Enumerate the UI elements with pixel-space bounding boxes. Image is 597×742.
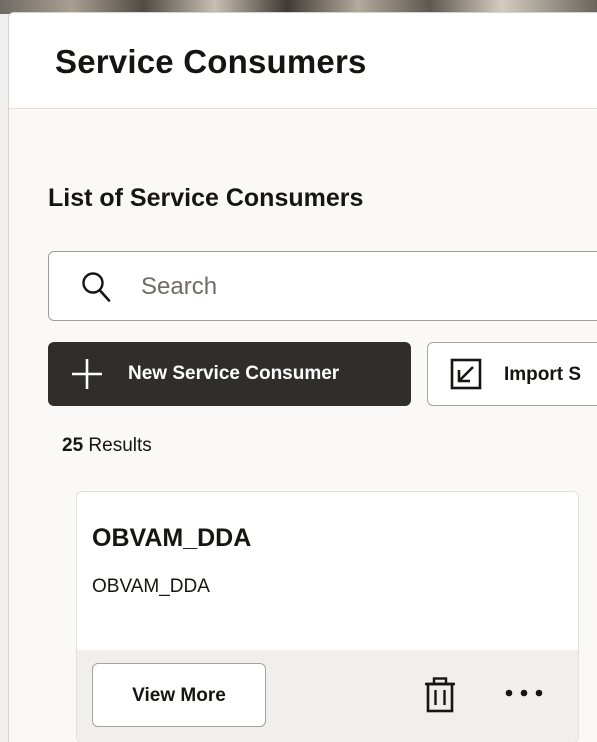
import-service-consumer-button[interactable]: Import S	[427, 342, 597, 406]
search-icon	[82, 272, 111, 302]
section-title: List of Service Consumers	[48, 184, 364, 212]
page-header: Service Consumers	[9, 13, 597, 109]
view-more-label: View More	[132, 685, 226, 706]
results-label: Results	[83, 435, 152, 456]
results-number: 25	[62, 435, 84, 456]
card-title: OBVAM_DDA	[92, 524, 252, 552]
search-box[interactable]	[48, 251, 597, 321]
trash-icon[interactable]	[423, 677, 457, 713]
new-service-consumer-button[interactable]: New Service Consumer	[48, 342, 411, 406]
new-service-consumer-label: New Service Consumer	[128, 363, 340, 384]
import-service-consumer-label: Import S	[504, 364, 582, 385]
service-consumer-card[interactable]: OBVAM_DDA OBVAM_DDA View More	[76, 491, 579, 742]
more-options-icon[interactable]	[502, 686, 546, 700]
search-input[interactable]	[141, 270, 541, 304]
results-count: 25 Results	[62, 435, 152, 457]
plus-icon	[72, 359, 102, 389]
service-consumers-panel: Service Consumers List of Service Consum…	[8, 12, 597, 742]
view-more-button[interactable]: View More	[92, 663, 266, 727]
card-footer: View More	[77, 650, 578, 742]
card-subtitle: OBVAM_DDA	[92, 576, 210, 597]
import-arrow-icon	[450, 358, 482, 390]
page-title: Service Consumers	[55, 43, 367, 80]
